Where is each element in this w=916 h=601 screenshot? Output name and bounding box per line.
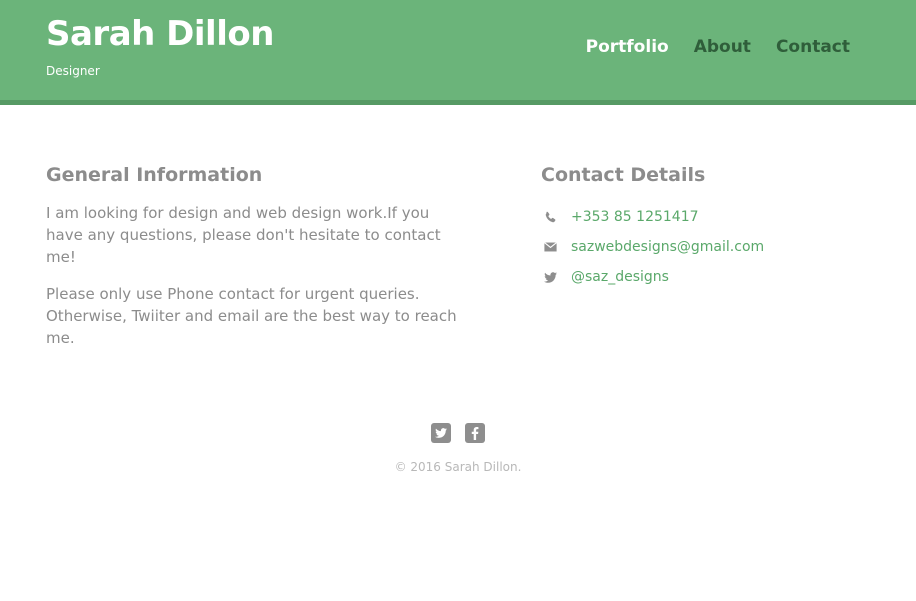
general-information-section: General Information I am looking for des… — [46, 164, 466, 364]
email-link[interactable]: sazwebdesigns@gmail.com — [571, 239, 764, 255]
contact-email-row: sazwebdesigns@gmail.com — [541, 232, 871, 262]
twitter-icon[interactable] — [431, 423, 451, 443]
twitter-link[interactable]: @saz_designs — [571, 269, 669, 285]
site-title[interactable]: Sarah Dillon — [46, 14, 274, 54]
twitter-icon — [541, 268, 559, 286]
phone-link[interactable]: +353 85 1251417 — [571, 209, 699, 225]
nav-contact-link[interactable]: Contact — [776, 37, 850, 57]
contact-twitter-row: @saz_designs — [541, 262, 871, 292]
general-information-heading: General Information — [46, 164, 263, 186]
footer-social-icons — [431, 423, 485, 443]
phone-icon — [541, 208, 559, 226]
contact-phone-row: +353 85 1251417 — [541, 202, 871, 232]
facebook-icon[interactable] — [465, 423, 485, 443]
nav-portfolio-link[interactable]: Portfolio — [586, 37, 669, 57]
main-nav: Portfolio About Contact — [586, 37, 850, 57]
general-info-paragraph-2: Please only use Phone contact for urgent… — [46, 285, 457, 347]
site-header: Sarah Dillon Designer Portfolio About Co… — [0, 0, 916, 105]
site-tagline: Designer — [46, 64, 100, 78]
general-info-paragraph-1: I am looking for design and web design w… — [46, 204, 441, 266]
copyright-text: © 2016 Sarah Dillon. — [394, 460, 522, 474]
contact-details-section: Contact Details +353 85 1251417 sazwebde… — [541, 164, 871, 292]
contact-details-heading: Contact Details — [541, 164, 706, 186]
nav-about-link[interactable]: About — [694, 37, 751, 57]
mail-icon — [541, 238, 559, 256]
